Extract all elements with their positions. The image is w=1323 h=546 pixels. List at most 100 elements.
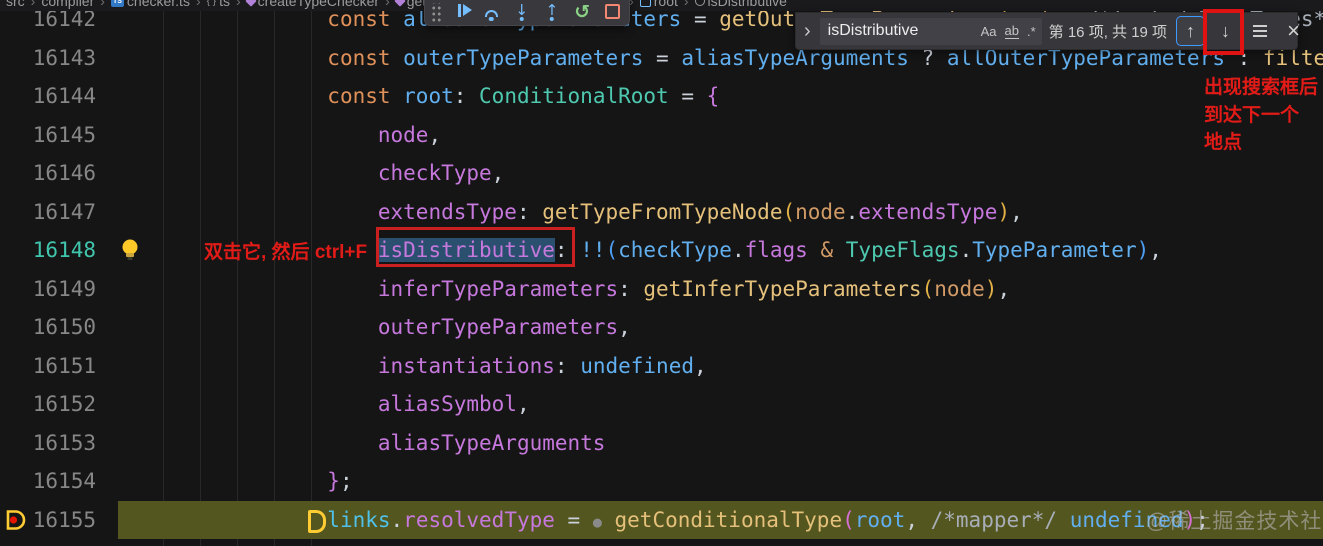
code-token: ) (984, 276, 998, 301)
code-token: : (554, 238, 581, 262)
code-token: node (934, 276, 985, 301)
annotation-tip-left: 双击它, 然后 ctrl+F (204, 242, 368, 263)
line-number[interactable]: 16150 (0, 308, 96, 347)
code-token: : (554, 353, 581, 378)
property-icon (694, 0, 705, 6)
code-token: & (820, 238, 834, 262)
breadcrumb-item-ts[interactable]: ts (207, 0, 230, 9)
code-line[interactable]: if (outerTypeParameters) { (125, 539, 1323, 546)
whole-word-toggle[interactable]: ab (1004, 23, 1019, 39)
line-number[interactable]: 16152 (0, 385, 96, 424)
find-input-box[interactable]: Aaab .* (819, 17, 1042, 45)
breakpoint-stackframe-icon[interactable] (4, 509, 28, 532)
breadcrumb-label: compiler (41, 0, 95, 9)
breadcrumb-item-root[interactable]: root (639, 0, 678, 9)
code-token: node (377, 122, 429, 147)
annotation-tip-line: 到达下一个 (1204, 104, 1300, 126)
step-over-icon[interactable] (481, 0, 502, 22)
step-into-icon[interactable] (511, 0, 532, 22)
find-in-selection-button[interactable] (1246, 17, 1273, 45)
code-line[interactable]: checkType, (125, 154, 1323, 193)
breadcrumb-item-isDistributive[interactable]: isDistributive (694, 0, 787, 9)
code-token: ( (921, 276, 935, 301)
stop-icon[interactable] (602, 0, 623, 22)
breadcrumb-separator: › (100, 0, 105, 9)
code-line[interactable]: outerTypeParameters, (125, 308, 1323, 347)
code-token: ( (842, 507, 855, 532)
code-token: ; (339, 469, 353, 493)
regex-toggle[interactable]: .* (1027, 24, 1036, 39)
code-token: inferTypeParameters (377, 276, 619, 301)
lightbulb-icon[interactable] (119, 238, 141, 264)
breadcrumb-label: src (6, 0, 25, 9)
breadcrumb-item-checker.ts[interactable]: checker.ts (110, 0, 190, 9)
code-line[interactable]: inferTypeParameters: getInferTypeParamet… (125, 270, 1323, 309)
debug-toolbar[interactable] (424, 0, 630, 26)
line-number[interactable]: 16153 (0, 424, 96, 463)
code-token: /*mapper*/ (930, 507, 1058, 532)
breadcrumb-separator: › (30, 0, 36, 9)
breadcrumb-bar: src › compiler › checker.ts › ts › createTypeChe… (0, 0, 1323, 11)
code-token: resolvedType (403, 507, 555, 532)
find-widget: › Aaab .* 第 16 项, 共 19 项 (795, 12, 1298, 50)
line-number[interactable]: 16143 (0, 39, 96, 78)
line-number[interactable]: 16144 (0, 77, 96, 116)
step-out-icon[interactable] (541, 0, 562, 22)
line-number[interactable]: 16148 (0, 231, 96, 270)
code-area[interactable]: const allOuterTypeParameters = getOuterT… (0, 0, 1323, 546)
code-line[interactable]: aliasTypeArguments (125, 424, 1323, 463)
code-token: , (428, 122, 442, 147)
code-line[interactable]: extendsType: getTypeFromTypeNode(node.ex… (125, 193, 1323, 232)
line-number[interactable]: 16154 (0, 462, 96, 501)
code-token: = (554, 507, 593, 532)
line-number[interactable]: 16146 (0, 154, 96, 193)
continue-icon[interactable] (451, 0, 472, 22)
code-token: aliasSymbol (377, 392, 517, 416)
breadcrumb-item-compiler[interactable]: compiler (41, 0, 94, 9)
code-token: } (327, 469, 340, 493)
find-input[interactable] (825, 21, 974, 41)
breadcrumb-item-src[interactable]: src (6, 0, 25, 9)
code-token: isDistributive (377, 238, 555, 262)
code-token: . (390, 507, 404, 532)
line-number[interactable]: 16156 (0, 539, 96, 546)
code-line[interactable]: node, (125, 116, 1323, 155)
find-close-button[interactable] (1280, 17, 1307, 45)
grip-handle (431, 3, 442, 22)
code-line[interactable]: instantiations: undefined, (125, 347, 1323, 386)
code-line[interactable]: aliasSymbol, (125, 385, 1323, 424)
code-line[interactable]: links.resolvedType = ● getConditionalTyp… (125, 501, 1323, 540)
line-number[interactable]: 16147 (0, 193, 96, 232)
code-token: { (706, 84, 720, 108)
code-token: : (516, 199, 543, 224)
line-number[interactable]: 16145 (0, 116, 96, 155)
match-case-toggle[interactable]: Aa (981, 24, 997, 39)
line-number[interactable]: 16149 (0, 270, 96, 309)
code-token: ( (605, 238, 619, 262)
find-previous-button[interactable] (1176, 16, 1206, 46)
code-token: const (327, 45, 404, 70)
find-next-button[interactable] (1212, 17, 1239, 45)
code-token: . (845, 199, 859, 224)
restart-icon[interactable] (572, 0, 593, 22)
code-token: links (327, 507, 391, 532)
code-token: ( (782, 199, 796, 224)
code-token: , (516, 392, 530, 416)
code-line[interactable]: const root: ConditionalRoot = { (125, 77, 1323, 116)
breadcrumb-label: createTypeChecker (257, 0, 380, 9)
breadcrumb: src › compiler › checker.ts › ts › createTypeChe… (6, 0, 787, 9)
code-token: getTypeFromTypeNode (542, 199, 783, 224)
line-number[interactable]: 16151 (0, 347, 96, 386)
code-line[interactable]: }; (125, 462, 1323, 501)
breadcrumb-label: root (653, 0, 678, 9)
breadcrumb-item-createTypeChecker[interactable]: createTypeChecker (244, 0, 380, 9)
code-token: undefined (580, 353, 694, 378)
method-icon (244, 0, 257, 7)
toggle-replace-chevron[interactable]: › (802, 21, 813, 41)
code-token: , (491, 161, 505, 185)
